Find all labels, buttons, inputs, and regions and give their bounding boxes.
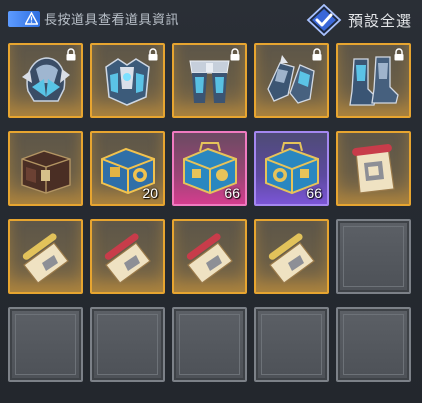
scroll-red-icon: [104, 233, 151, 284]
inventory-slot-boots[interactable]: [336, 43, 411, 118]
lock-icon: [394, 48, 404, 61]
inventory-slot-blue-chest-pink[interactable]: 66: [172, 131, 247, 206]
scroll-gold-icon: [22, 233, 69, 284]
warning-icon: [25, 11, 38, 25]
item-count: 66: [224, 185, 240, 201]
dark-chest-icon: [21, 150, 71, 194]
inventory-slot-empty[interactable]: [172, 307, 247, 382]
item-count: 20: [142, 185, 158, 201]
lock-icon: [148, 48, 158, 61]
inventory-slot-scroll-red[interactable]: [172, 219, 247, 294]
inventory-slot-empty[interactable]: [90, 307, 165, 382]
inventory-slot-blue-chest-purple[interactable]: 66: [254, 131, 329, 206]
lock-icon: [66, 48, 76, 61]
inventory-slot-chest-armor[interactable]: [90, 43, 165, 118]
inventory-slot-empty[interactable]: [8, 307, 83, 382]
inventory-slot-empty[interactable]: [336, 219, 411, 294]
inventory-slot-gold-chest[interactable]: 20: [90, 131, 165, 206]
select-all-toggle[interactable]: 預設全選: [306, 4, 412, 36]
inventory-slot-helmet[interactable]: [8, 43, 83, 118]
checkbox-checked-icon[interactable]: [306, 4, 342, 36]
inventory-slot-empty[interactable]: [254, 307, 329, 382]
hint-text: 長按道具查看道具資訊: [44, 12, 180, 27]
scroll-red-icon: [186, 233, 233, 284]
item-count: 66: [306, 185, 322, 201]
inventory-slot-scroll-gold[interactable]: [254, 219, 329, 294]
lock-icon: [230, 48, 240, 61]
inventory-slot-scroll-red[interactable]: [90, 219, 165, 294]
scroll-icon: [352, 144, 395, 194]
inventory-slot-empty[interactable]: [336, 307, 411, 382]
inventory-slot-leg-armor[interactable]: [172, 43, 247, 118]
hint: 長按道具查看道具資訊: [8, 9, 179, 28]
inventory-slot-scroll[interactable]: [336, 131, 411, 206]
lock-icon: [312, 48, 322, 61]
select-all-label: 預設全選: [347, 12, 412, 30]
scroll-gold-icon: [268, 233, 315, 284]
hint-badge: [8, 10, 40, 27]
inventory-slot-scroll-gold[interactable]: [8, 219, 83, 294]
top-bar: 長按道具查看道具資訊 預設全選: [0, 0, 422, 38]
inventory-slot-gauntlets[interactable]: [254, 43, 329, 118]
inventory-slot-dark-chest[interactable]: [8, 131, 83, 206]
